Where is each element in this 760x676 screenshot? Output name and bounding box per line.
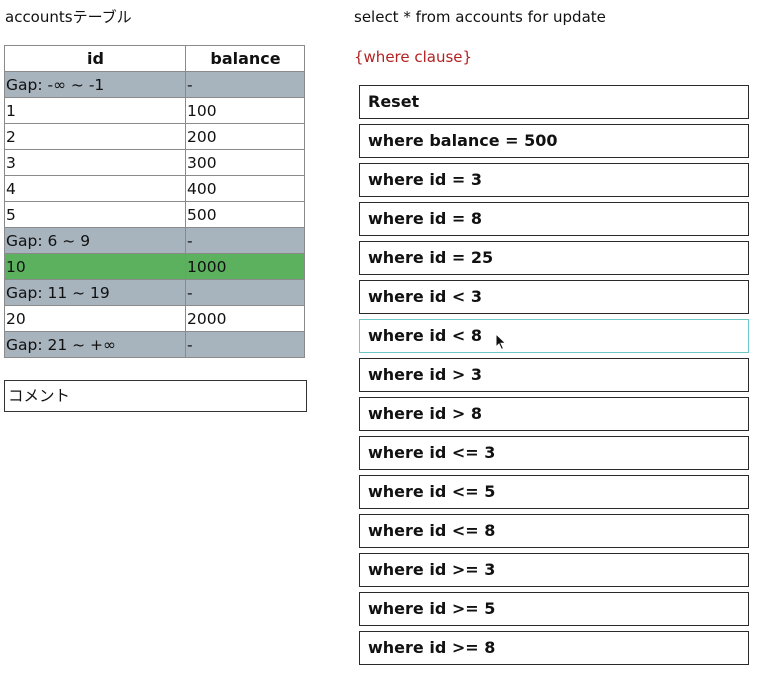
where-id-eq-25-button[interactable]: where id = 25: [359, 241, 749, 275]
mouse-cursor-icon: [495, 333, 507, 351]
table-title: accountsテーブル: [5, 8, 132, 26]
table-header-row: id balance: [4, 45, 305, 72]
where-id-gt-8-button[interactable]: where id > 8: [359, 397, 749, 431]
where-id-eq-3-button[interactable]: where id = 3: [359, 163, 749, 197]
where-id-lte-3-button[interactable]: where id <= 3: [359, 436, 749, 470]
where-id-lt-8-button[interactable]: where id < 8: [359, 319, 749, 353]
cell-id: 3: [4, 149, 186, 176]
cell-balance: 2000: [185, 305, 305, 332]
cell-balance: 1000: [185, 253, 305, 280]
cell-balance: 500: [185, 201, 305, 228]
column-header-id: id: [4, 45, 186, 72]
where-id-lt-3-button[interactable]: where id < 3: [359, 280, 749, 314]
table-row: 2 200: [4, 123, 305, 150]
locked-row: 10 1000: [4, 253, 305, 280]
where-id-eq-8-button[interactable]: where id = 8: [359, 202, 749, 236]
table-row: 20 2000: [4, 305, 305, 332]
cell-balance: 400: [185, 175, 305, 202]
cell-balance: -: [185, 331, 305, 358]
cell-balance: 100: [185, 97, 305, 124]
cell-id: 5: [4, 201, 186, 228]
cell-id: Gap: 6 ~ 9: [4, 227, 186, 254]
table-row: 3 300: [4, 149, 305, 176]
gap-row: Gap: 6 ~ 9-: [4, 227, 305, 254]
comment-box: コメント: [4, 380, 307, 412]
sql-statement: select * from accounts for update: [354, 8, 606, 26]
gap-row: Gap: 11 ~ 19-: [4, 279, 305, 306]
cell-balance: -: [185, 71, 305, 98]
cell-id: 1: [4, 97, 186, 124]
cell-balance: -: [185, 279, 305, 306]
page: accountsテーブル id balance Gap: -∞ ~ -1-1 10…: [0, 0, 760, 676]
cell-balance: 300: [185, 149, 305, 176]
table-row: 5 500: [4, 201, 305, 228]
cell-id: Gap: 21 ~ +∞: [4, 331, 186, 358]
column-header-balance: balance: [185, 45, 305, 72]
where-button-list: Reset where balance = 500 where id = 3 wher…: [359, 85, 749, 670]
where-id-lte-8-button[interactable]: where id <= 8: [359, 514, 749, 548]
where-balance-eq-500-button[interactable]: where balance = 500: [359, 124, 749, 158]
cell-id: Gap: -∞ ~ -1: [4, 71, 186, 98]
table-row: 1 100: [4, 97, 305, 124]
gap-row: Gap: -∞ ~ -1-: [4, 71, 305, 98]
where-id-gte-8-button[interactable]: where id >= 8: [359, 631, 749, 665]
cell-id: 20: [4, 305, 186, 332]
cell-id: 4: [4, 175, 186, 202]
where-clause-display: {where clause}: [354, 48, 473, 66]
where-id-lte-5-button[interactable]: where id <= 5: [359, 475, 749, 509]
where-id-gt-3-button[interactable]: where id > 3: [359, 358, 749, 392]
table-row: 4 400: [4, 175, 305, 202]
accounts-table: id balance Gap: -∞ ~ -1-1 100 2 200 3 300 4 400…: [4, 45, 305, 358]
where-id-gte-3-button[interactable]: where id >= 3: [359, 553, 749, 587]
cell-balance: -: [185, 227, 305, 254]
cell-id: 2: [4, 123, 186, 150]
reset-button[interactable]: Reset: [359, 85, 749, 119]
cell-balance: 200: [185, 123, 305, 150]
cell-id: 10: [4, 253, 186, 280]
cell-id: Gap: 11 ~ 19: [4, 279, 186, 306]
table-body: Gap: -∞ ~ -1-1 100 2 200 3 300 4 400 5 500 Gap: 6 …: [4, 71, 305, 358]
where-id-gte-5-button[interactable]: where id >= 5: [359, 592, 749, 626]
gap-row: Gap: 21 ~ +∞ -: [4, 331, 305, 358]
